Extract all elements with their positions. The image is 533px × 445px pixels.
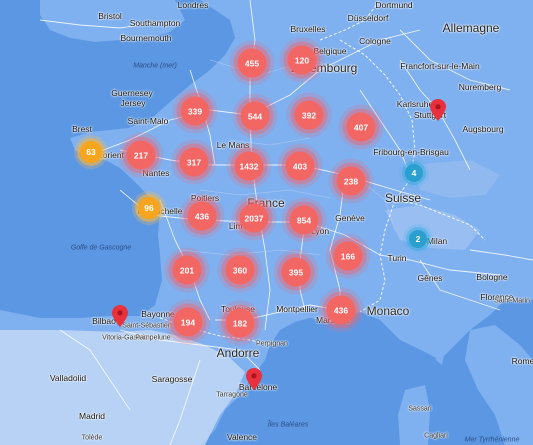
map-pin-bilbao[interactable]	[112, 305, 128, 327]
label-brest: Brest	[72, 123, 92, 134]
label-jersey: Jersey	[120, 97, 146, 108]
label-le-mans: Le Mans	[216, 139, 250, 150]
label-saint-sebastien: Saint-Sébastien	[122, 322, 172, 330]
label-guernesey: Guernesey	[111, 87, 153, 98]
label-bournemouth: Bournemouth	[120, 32, 172, 43]
label-valladolid: Valladolid	[49, 372, 87, 383]
cluster-marker[interactable]: 96	[138, 197, 160, 219]
label-saint-marin: Saint-Marin	[494, 297, 530, 305]
label-bayonne: Bayonne	[141, 308, 175, 319]
label-turin: Turin	[387, 252, 407, 263]
cluster-marker[interactable]: 403	[285, 151, 315, 181]
cluster-marker[interactable]: 317	[179, 147, 209, 177]
label-sassari: Sassari	[408, 405, 432, 413]
cluster-marker[interactable]: 339	[180, 96, 210, 126]
map-canvas[interactable]: Allemagne Luxembourg France Suisse Monac…	[0, 0, 533, 445]
cluster-marker[interactable]: 395	[281, 257, 311, 287]
cluster-marker[interactable]: 4	[405, 164, 423, 182]
cluster-marker[interactable]: 63	[80, 141, 102, 163]
label-manche: Manche (mer)	[133, 62, 177, 70]
label-bologne: Bologne	[476, 271, 508, 282]
label-karlsruhe: Karlsruhe	[396, 98, 434, 109]
label-nantes: Nantes	[142, 167, 170, 178]
label-madrid: Madrid	[79, 410, 105, 421]
label-monaco: Monaco	[366, 304, 410, 318]
cluster-marker[interactable]: 2	[409, 230, 427, 248]
label-valence: Valence	[226, 431, 258, 442]
label-dortmund: Dortmund	[375, 0, 413, 10]
label-perpignan: Perpignan	[256, 340, 288, 348]
label-rome: Rome	[511, 355, 533, 366]
cluster-marker[interactable]: 544	[240, 101, 270, 131]
label-tarragone: Tarragone	[216, 391, 248, 399]
label-saint-malo: Saint-Malo	[127, 115, 169, 126]
cluster-marker[interactable]: 436	[187, 201, 217, 231]
cluster-marker[interactable]: 436	[326, 295, 356, 325]
cluster-marker[interactable]: 166	[333, 241, 363, 271]
label-dusseldorf: Düsseldorf	[347, 12, 389, 23]
cluster-marker[interactable]: 217	[126, 140, 156, 170]
cluster-marker[interactable]: 194	[173, 307, 203, 337]
label-londres: Londres	[177, 0, 209, 10]
cluster-marker[interactable]: 854	[289, 205, 319, 235]
label-golfe-gascogne: Golfe de Gascogne	[70, 244, 132, 252]
cluster-marker[interactable]: 238	[336, 166, 366, 196]
label-cologne: Cologne	[359, 35, 391, 46]
map-pin-barcelone[interactable]	[246, 368, 262, 390]
label-andorre: Andorre	[216, 346, 260, 360]
cluster-marker[interactable]: 392	[294, 100, 324, 130]
label-milan: Milan	[426, 235, 448, 246]
label-saragosse: Saragosse	[151, 373, 193, 384]
label-pampelune: Pampelune	[135, 334, 171, 342]
label-augsbourg: Augsbourg	[462, 123, 504, 134]
label-tolede: Tolède	[81, 434, 103, 442]
cluster-marker[interactable]: 360	[225, 255, 255, 285]
label-francfort: Francfort-sur-le-Main	[400, 60, 480, 71]
map-pin-stuttgart[interactable]	[430, 99, 446, 121]
label-bristol: Bristol	[98, 10, 122, 21]
label-nuremberg: Nuremberg	[458, 81, 502, 92]
label-southampton: Southampton	[129, 17, 181, 28]
label-iles-baleares: Îles Baléares	[267, 421, 309, 429]
cluster-marker[interactable]: 2037	[239, 203, 269, 233]
cluster-marker[interactable]: 455	[237, 48, 267, 78]
label-allemagne: Allemagne	[442, 21, 500, 35]
label-geneve: Genève	[335, 212, 365, 223]
label-montpellier: Montpellier	[276, 303, 318, 314]
cluster-marker[interactable]: 1432	[234, 151, 264, 181]
cluster-marker[interactable]: 120	[287, 45, 317, 75]
label-bruxelles: Bruxelles	[290, 23, 326, 34]
label-fribourg: Fribourg-en-Brisgau	[373, 146, 449, 157]
label-suisse: Suisse	[384, 191, 422, 205]
label-belgique: Belgique	[313, 45, 347, 56]
cluster-marker[interactable]: 182	[225, 308, 255, 338]
label-cagliari: Cagliari	[424, 432, 448, 440]
cluster-marker[interactable]: 407	[346, 112, 376, 142]
cluster-marker[interactable]: 201	[172, 255, 202, 285]
label-genes: Gênes	[417, 272, 443, 283]
label-mer-tyrrhenienne: Mer Tyrrhénienne	[464, 436, 520, 444]
